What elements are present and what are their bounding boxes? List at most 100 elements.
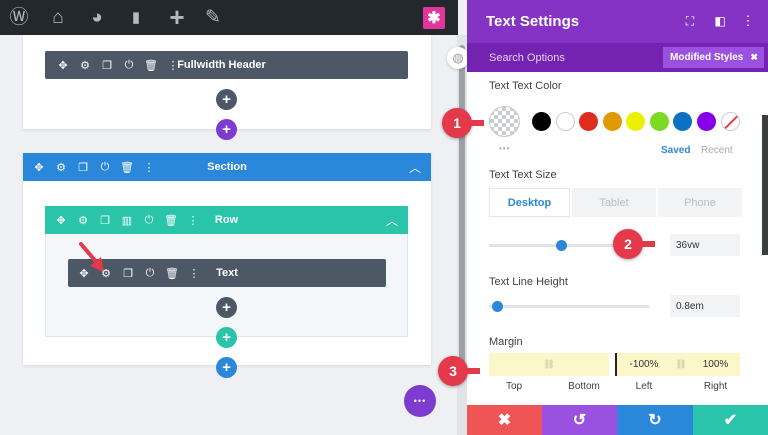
power-icon[interactable]: ⏻ [139, 210, 159, 230]
marker-pointer [641, 241, 655, 247]
line-height-input[interactable]: 0.8em [670, 295, 740, 317]
color-picker-swatch[interactable] [489, 106, 520, 137]
collapse-icon[interactable]: ︿ [382, 210, 402, 230]
color-swatch[interactable] [532, 112, 551, 131]
dock-icon[interactable]: ◧ [711, 12, 729, 30]
color-swatch[interactable] [626, 112, 645, 131]
more-icon[interactable]: ⋮ [163, 55, 183, 75]
text-size-input[interactable]: 36vw [670, 234, 740, 256]
slider-handle[interactable] [491, 301, 503, 312]
panel-scrollbar[interactable] [762, 115, 768, 255]
pencil-icon[interactable]: ✎ [196, 0, 230, 35]
power-icon[interactable]: ⏻ [140, 263, 160, 283]
columns-icon[interactable]: ▥ [117, 210, 137, 230]
link-icon[interactable]: ⛓ [539, 353, 559, 376]
modified-styles-filter[interactable]: Modified Styles ✖ [663, 47, 764, 68]
close-icon[interactable]: ✖ [750, 52, 758, 63]
trash-icon[interactable]: 🗑 [162, 263, 182, 283]
more-icon[interactable]: ⋮ [139, 157, 159, 177]
margin-right-label: Right [703, 381, 728, 392]
fullwidth-module-bar[interactable]: ✥ ⚙ ❐ ⏻ 🗑 ⋮ Fullwidth Header [45, 51, 408, 79]
slider-handle[interactable] [556, 240, 568, 251]
margin-left-label: Left [635, 381, 653, 392]
color-swatch[interactable] [579, 112, 598, 131]
add-row-button[interactable]: + [216, 327, 237, 348]
save-button[interactable]: ✔ [693, 405, 768, 435]
globe-icon[interactable]: ◍ [447, 47, 469, 69]
text-module-bar[interactable]: ✥ ⚙ ❐ ⏻ 🗑 ⋮ Text [68, 259, 386, 287]
move-icon[interactable]: ✥ [29, 157, 49, 177]
color-swatch[interactable] [649, 112, 669, 131]
margin-top-label: Top [505, 381, 523, 392]
scrollbar-thumb[interactable] [459, 45, 465, 375]
wordpress-icon[interactable]: Ⓦ [2, 0, 36, 35]
tab-desktop[interactable]: Desktop [489, 188, 570, 217]
margin-top-input[interactable] [489, 353, 539, 376]
search-input[interactable]: Search Options [489, 52, 565, 64]
modified-styles-label: Modified Styles [670, 52, 744, 63]
tab-phone[interactable]: Phone [658, 188, 742, 217]
marker-pointer [470, 120, 484, 126]
more-icon[interactable]: ⋮ [184, 263, 204, 283]
gear-icon[interactable]: ⚙ [73, 210, 93, 230]
discard-button[interactable]: ✖ [467, 405, 542, 435]
margin-right-input[interactable]: 100% [691, 353, 740, 376]
more-icon[interactable]: ⋮ [183, 210, 203, 230]
more-icon[interactable]: ⋮ [739, 12, 757, 30]
row-bar[interactable]: ✥ ⚙ ❐ ▥ ⏻ 🗑 ⋮ Row ︿ [45, 206, 408, 234]
trash-icon[interactable]: 🗑 [117, 157, 137, 177]
home-icon[interactable]: ⌂ [41, 0, 75, 35]
move-icon[interactable]: ✥ [51, 210, 71, 230]
text-color-label: Text Text Color [489, 80, 562, 92]
search-bar: Search Options Modified Styles ✖ [467, 43, 768, 72]
margin-left-input[interactable]: -100% [615, 353, 671, 376]
expand-icon[interactable]: ⛶ [681, 12, 699, 30]
annotation-marker-2: 2 [613, 229, 643, 259]
panel-title: Text Settings [486, 13, 580, 30]
color-swatch[interactable] [673, 112, 692, 131]
add-module-button[interactable]: + [216, 297, 237, 318]
duplicate-icon[interactable]: ❐ [95, 210, 115, 230]
duplicate-icon[interactable]: ❐ [118, 263, 138, 283]
margin-label: Margin [489, 336, 523, 348]
section-bar[interactable]: ✥ ⚙ ❐ ⏻ 🗑 ⋮ Section ︿ [23, 153, 431, 181]
color-swatch[interactable] [696, 112, 716, 131]
move-icon[interactable]: ✥ [53, 55, 73, 75]
add-module-button[interactable]: + [216, 89, 237, 110]
line-height-slider[interactable] [489, 301, 649, 312]
plus-icon[interactable]: + [160, 0, 194, 35]
margin-bottom-label: Bottom [568, 381, 600, 392]
dashboard-icon[interactable]: ◕ [80, 0, 114, 35]
annotation-marker-3: 3 [438, 356, 468, 386]
undo-button[interactable]: ↺ [542, 405, 617, 435]
more-colors-icon[interactable]: ••• [499, 144, 510, 153]
gear-icon[interactable]: ⚙ [51, 157, 71, 177]
power-icon[interactable]: ⏻ [95, 157, 115, 177]
color-swatch[interactable] [602, 112, 622, 131]
add-fullwidth-section-button[interactable]: + [216, 119, 237, 140]
color-swatch[interactable] [555, 112, 575, 131]
duplicate-icon[interactable]: ❐ [73, 157, 93, 177]
redo-button[interactable]: ↻ [617, 405, 693, 435]
saved-colors-tab[interactable]: Saved [661, 145, 690, 156]
trash-icon[interactable]: 🗑 [161, 210, 181, 230]
gear-icon[interactable]: ⚙ [75, 55, 95, 75]
divi-builder-icon[interactable]: ✱ [423, 7, 445, 29]
duplicate-icon[interactable]: ❐ [97, 55, 117, 75]
recent-colors-tab[interactable]: Recent [701, 145, 733, 156]
margin-bottom-input[interactable] [559, 353, 609, 376]
page-settings-button[interactable]: ••• [404, 385, 436, 417]
trash-icon[interactable]: 🗑 [141, 55, 161, 75]
add-section-button[interactable]: + [216, 357, 237, 378]
no-color-swatch[interactable] [721, 112, 740, 131]
tab-tablet[interactable]: Tablet [572, 188, 656, 217]
power-icon[interactable]: ⏻ [119, 55, 139, 75]
panel-header: Text Settings ⛶ ◧ ⋮ [467, 0, 768, 43]
collapse-icon[interactable]: ︿ [405, 157, 425, 177]
link-icon[interactable]: ⛓ [671, 353, 691, 376]
gear-icon[interactable]: ⚙ [96, 263, 116, 283]
move-icon[interactable]: ✥ [74, 263, 94, 283]
fullwidth-section [23, 35, 431, 129]
comment-icon[interactable]: ▮ [119, 0, 153, 35]
annotation-marker-1: 1 [442, 108, 472, 138]
